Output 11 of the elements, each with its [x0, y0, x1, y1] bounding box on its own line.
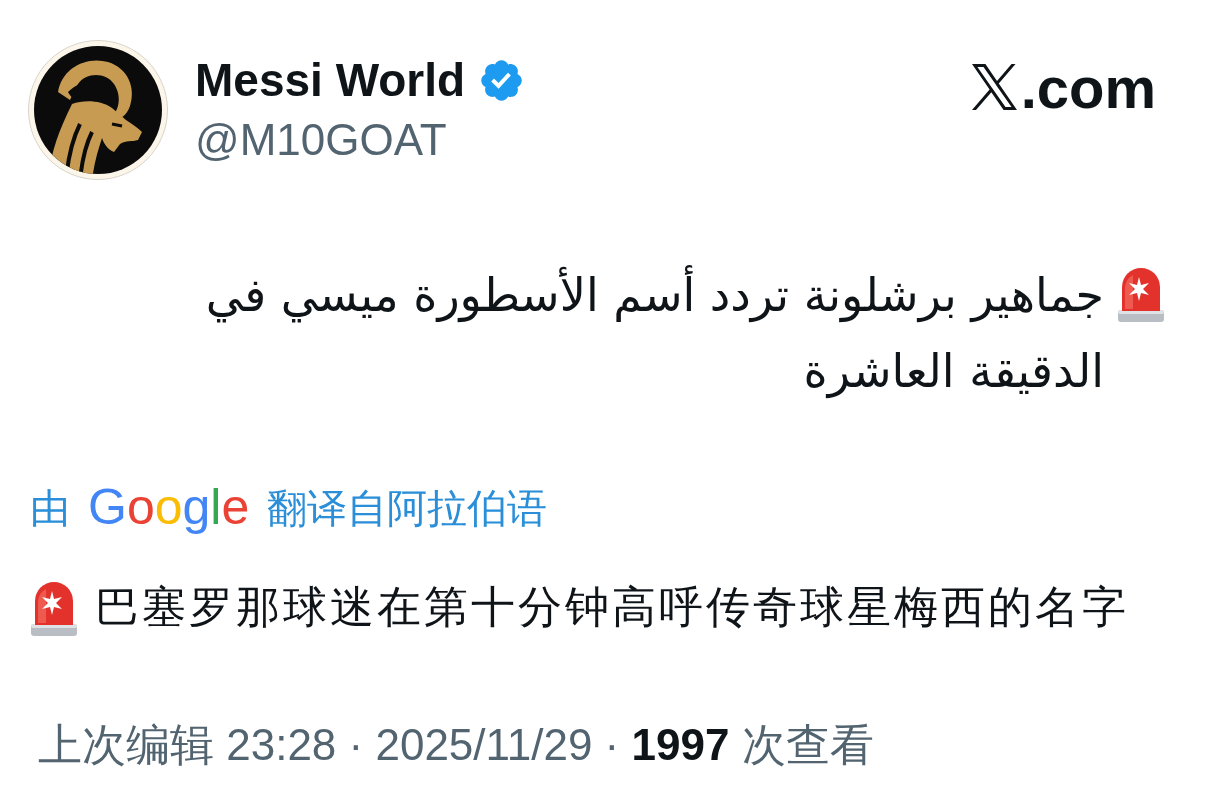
x-logo-icon: [971, 64, 1017, 110]
goat-avatar-icon: [28, 40, 168, 180]
tweet-text: جماهير برشلونة تردد أسم الأسطورة ميسي في الدقيقة العاشرة: [155, 257, 1104, 409]
brand-domain: .com: [1020, 57, 1156, 119]
user-handle: @M10GOAT: [195, 114, 448, 166]
google-wordmark: Google: [88, 478, 250, 537]
display-name: Messi World: [195, 53, 466, 108]
tweet-meta: 上次编辑 23:28 · 2025/11/29 · 1997 次查看: [38, 719, 874, 771]
translated-by-label: 由: [30, 485, 70, 532]
translation-source-label: 翻译自阿拉伯语: [267, 485, 548, 532]
translated-text: 巴塞罗那球迷在第十分钟高呼传奇球星梅西的名字: [95, 581, 1129, 633]
